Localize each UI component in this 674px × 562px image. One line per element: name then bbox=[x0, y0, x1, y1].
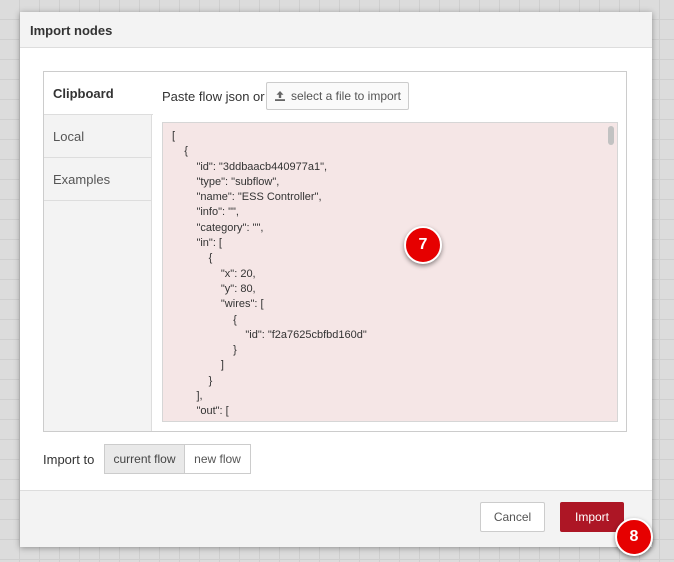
cancel-button[interactable]: Cancel bbox=[480, 502, 545, 532]
upload-icon bbox=[274, 90, 286, 102]
tab-examples[interactable]: Examples bbox=[44, 158, 152, 201]
tab-clipboard[interactable]: Clipboard bbox=[44, 72, 153, 115]
import-nodes-dialog: Import nodes Clipboard Local Examples Pa… bbox=[20, 12, 652, 547]
select-file-label: select a file to import bbox=[290, 89, 402, 103]
json-textarea[interactable]: [ { "id": "3ddbaacb440977a1", "type": "s… bbox=[162, 122, 618, 422]
import-panel: Clipboard Local Examples Paste flow json… bbox=[43, 71, 627, 432]
dialog-header: Import nodes bbox=[20, 12, 652, 48]
select-file-button[interactable]: select a file to import bbox=[266, 82, 409, 110]
import-button[interactable]: Import bbox=[560, 502, 624, 532]
paste-json-label: Paste flow json or bbox=[162, 89, 265, 104]
json-content[interactable]: [ { "id": "3ddbaacb440977a1", "type": "s… bbox=[163, 123, 617, 421]
dialog-title: Import nodes bbox=[30, 23, 113, 38]
import-to-label: Import to bbox=[43, 452, 95, 467]
current-flow-button[interactable]: current flow bbox=[104, 444, 185, 474]
json-scrollbar[interactable] bbox=[608, 126, 614, 145]
new-flow-button[interactable]: new flow bbox=[184, 444, 251, 474]
step-badge-7: 7 bbox=[404, 226, 442, 264]
step-badge-8: 8 bbox=[615, 518, 653, 556]
tab-local[interactable]: Local bbox=[44, 115, 152, 158]
import-source-tabs: Clipboard Local Examples bbox=[44, 72, 153, 431]
dialog-footer bbox=[20, 490, 652, 547]
